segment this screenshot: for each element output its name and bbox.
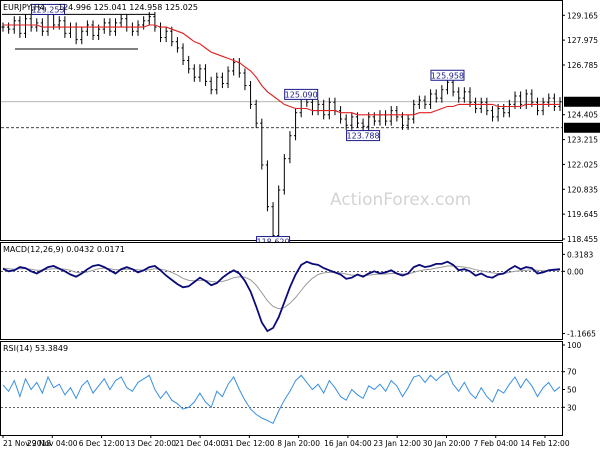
eurjpy-chart: ActionForex.com 129.253118.620125.090123…	[0, 0, 600, 448]
price-axis-label: 123.780	[566, 124, 597, 133]
price-axis-label: 129.165	[567, 11, 598, 20]
x-axis-label: 21 Dec 04:00	[175, 439, 226, 448]
rsi-panel	[0, 341, 563, 436]
x-axis-label: 16 Jan 04:00	[324, 439, 372, 448]
rsi-axis-label: 70	[567, 368, 577, 377]
macd-panel	[0, 242, 563, 340]
price-axis-label: 123.215	[567, 136, 598, 145]
x-axis-label: 13 Dec 20:00	[126, 439, 177, 448]
price-annotation-tag: 123.788	[346, 130, 381, 142]
x-axis: 21 Nov 201829 Nov 04:00 6 Dec 12:00 13 Dec…	[2, 435, 570, 448]
x-axis-label: 30 Jan 20:00	[423, 439, 471, 448]
price-annotation-tag: 125.090	[284, 88, 319, 100]
x-axis-label: 8 Jan 20:00	[277, 439, 320, 448]
price-panel	[0, 0, 563, 241]
x-axis-label: 29 Nov 04:00	[27, 439, 78, 448]
price-axis-label: 118.455	[567, 235, 598, 244]
price-y-axis: 129.165 127.975 126.785 125.025 124.405 123.7…	[562, 11, 600, 244]
price-axis-label: 119.645	[567, 210, 598, 219]
x-axis-label: 14 Feb 12:00	[520, 439, 569, 448]
rsi-axis-label: 100	[567, 341, 582, 350]
macd-axis-label: -1.1665	[567, 330, 596, 339]
price-axis-label: 122.025	[567, 160, 598, 169]
price-annotation-tag: 125.958	[430, 69, 465, 81]
price-annotation-label: 123.788	[347, 132, 380, 141]
x-axis-label: 6 Dec 12:00	[79, 439, 125, 448]
x-axis-label: 31 Dec 12:00	[224, 439, 275, 448]
price-annotation-label: 125.958	[431, 71, 464, 80]
rsi-y-axis: 100 70 50 30	[562, 341, 582, 412]
price-axis-label: 126.785	[567, 61, 598, 70]
macd-axis-label: 0.00	[567, 267, 584, 276]
macd-header: MACD(12,26,9) 0.0432 0.0171	[3, 245, 125, 254]
price-header-symbol: EURJPY,H4	[3, 3, 45, 12]
price-axis-label: 125.025	[566, 98, 597, 107]
macd-y-axis: 0.3183 0.00 -1.1665	[562, 250, 596, 339]
watermark: ActionForex.com	[330, 190, 471, 210]
rsi-header: RSI(14) 53.3849	[3, 344, 68, 353]
price-axis-label: 120.835	[567, 185, 598, 194]
price-axis-label: 124.405	[567, 111, 598, 120]
macd-axis-label: 0.3183	[567, 250, 593, 259]
rsi-axis-label: 50	[567, 386, 577, 395]
price-axis-label: 127.975	[567, 36, 598, 45]
price-annotation-label: 125.090	[285, 90, 318, 99]
rsi-axis-label: 30	[567, 403, 577, 412]
x-axis-label: 7 Feb 04:00	[474, 439, 519, 448]
x-axis-label: 23 Jan 12:00	[373, 439, 421, 448]
price-header-ohlc: 124.996 125.041 124.958 125.025	[58, 3, 198, 12]
